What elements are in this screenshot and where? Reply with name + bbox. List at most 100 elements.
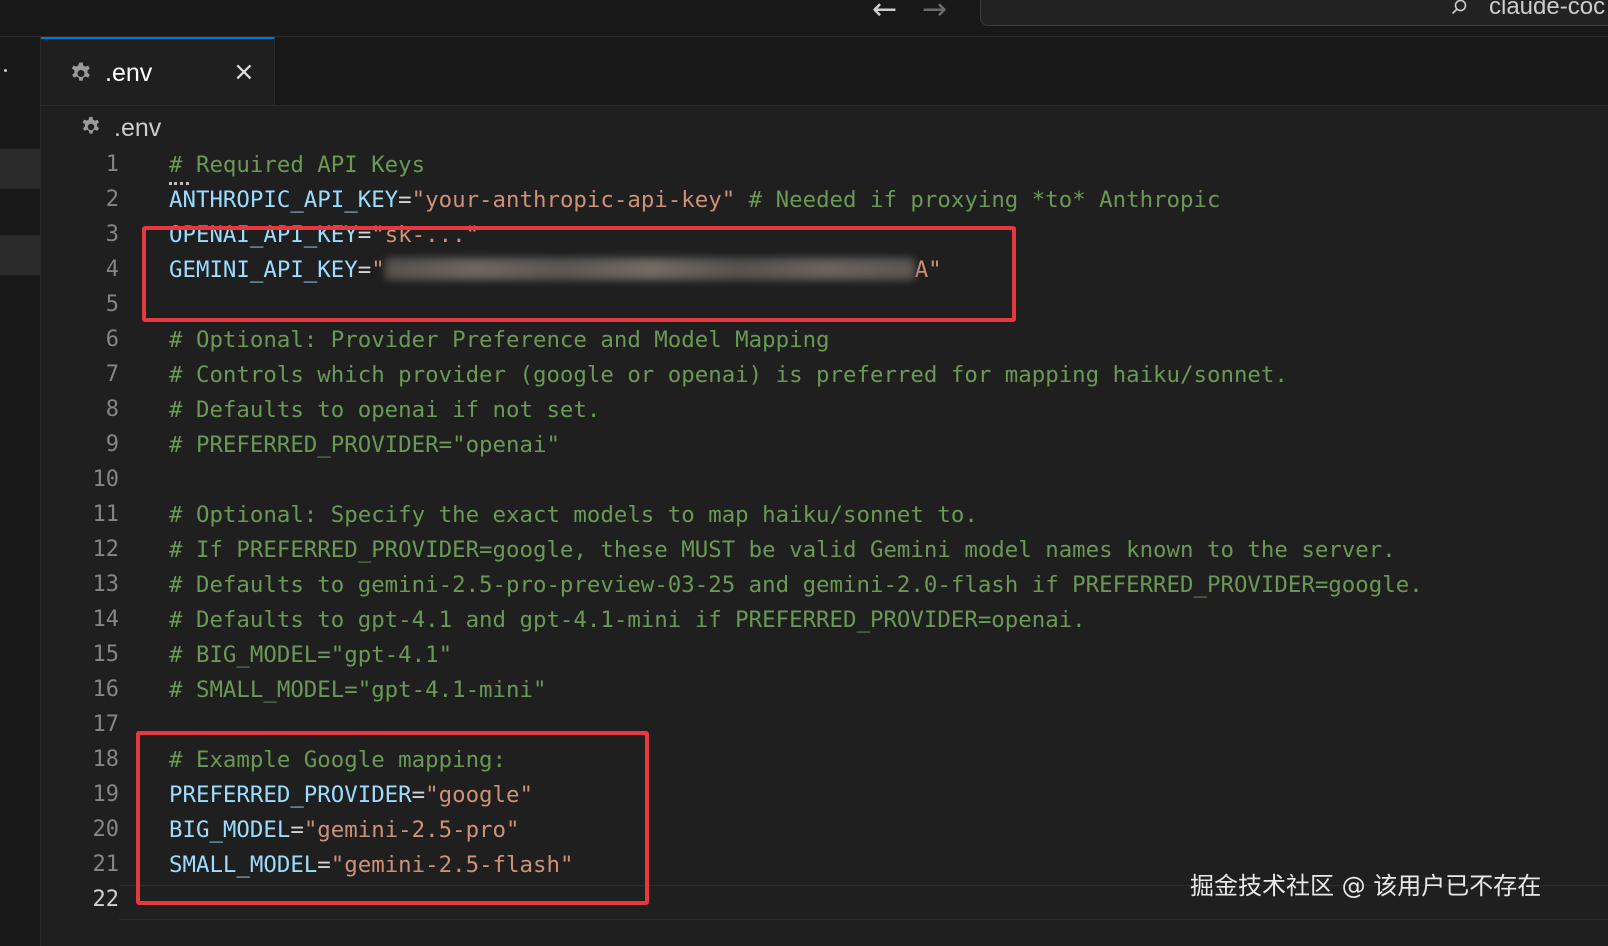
- line-number: 10: [92, 467, 120, 492]
- search-icon: [1451, 0, 1467, 15]
- code-token: =: [317, 852, 331, 878]
- code-line[interactable]: 18 # Example Google mapping:: [41, 743, 1608, 778]
- line-number: 17: [92, 712, 120, 737]
- line-number: 7: [105, 362, 119, 387]
- code-token: # SMALL_MODEL="gpt-4.1-mini": [169, 677, 547, 703]
- code-text: # SMALL_MODEL="gpt-4.1-mini": [169, 675, 546, 705]
- code-line[interactable]: 2 ANTHROPIC_API_KEY="your-anthropic-api-k…: [41, 183, 1608, 218]
- code-token: # Needed if proxying *to* Anthropic: [735, 187, 1221, 213]
- code-line[interactable]: 7 # Controls which provider (google or op…: [41, 358, 1608, 393]
- redacted-api-key: [384, 258, 915, 280]
- code-text: # If PREFERRED_PROVIDER=google, these MU…: [169, 535, 1396, 565]
- code-token: # If PREFERRED_PROVIDER=google, these MU…: [169, 537, 1396, 563]
- arrow-left-icon[interactable]: ←: [872, 0, 897, 27]
- code-line[interactable]: 11 # Optional: Specify the exact models t…: [41, 498, 1608, 533]
- line-number: 21: [92, 852, 120, 877]
- code-line[interactable]: 9 # PREFERRED_PROVIDER="openai": [41, 428, 1608, 463]
- code-token: # Optional: Provider Preference and Mode…: [169, 327, 830, 353]
- more-dot-icon[interactable]: [4, 69, 7, 72]
- code-text: # Controls which provider (google or ope…: [169, 360, 1288, 390]
- code-token: # Example Google mapping:: [169, 747, 507, 773]
- line-number: 18: [92, 747, 120, 772]
- code-text: # Optional: Provider Preference and Mode…: [169, 325, 830, 355]
- tab-label: .env: [105, 59, 153, 87]
- code-token: ANTHROPIC_API_KEY: [169, 187, 399, 213]
- code-text: # Defaults to gpt-4.1 and gpt-4.1-mini i…: [169, 605, 1086, 635]
- title-bar: ← → claude-coc: [0, 0, 1608, 37]
- code-line[interactable]: 19 PREFERRED_PROVIDER="google": [41, 778, 1608, 813]
- line-number: 1: [105, 152, 119, 177]
- activity-item[interactable]: [0, 235, 40, 275]
- code-line[interactable]: 20 BIG_MODEL="gemini-2.5-pro": [41, 813, 1608, 848]
- code-line[interactable]: 5: [41, 288, 1608, 323]
- code-token: "google": [425, 782, 533, 808]
- code-text: # Required API Keys: [169, 150, 425, 180]
- code-token: =: [398, 187, 412, 213]
- code-token: # Optional: Specify the exact models to …: [169, 502, 978, 528]
- code-line[interactable]: 6 # Optional: Provider Preference and Mod…: [41, 323, 1608, 358]
- line-number: 9: [105, 432, 119, 457]
- code-token: "your-anthropic-api-key": [411, 187, 736, 213]
- code-token: # Controls which provider (google or ope…: [169, 362, 1288, 388]
- code-text: OPENAI_API_KEY="sk-...": [169, 220, 479, 250]
- breadcrumb-item-env[interactable]: .env: [114, 114, 161, 143]
- line-number: 22: [92, 887, 120, 912]
- line-number: 15: [92, 642, 120, 667]
- code-token: =: [357, 222, 372, 248]
- code-token: # PREFERRED_PROVIDER="openai": [169, 432, 560, 458]
- tab-env[interactable]: .env ×: [41, 37, 275, 105]
- line-number: 3: [105, 222, 119, 247]
- code-line[interactable]: 8 # Defaults to openai if not set.: [41, 393, 1608, 428]
- line-number: 19: [92, 782, 120, 807]
- gear-icon: [82, 116, 100, 134]
- command-center-search[interactable]: claude-coc: [980, 0, 1608, 26]
- close-icon[interactable]: ×: [233, 57, 255, 87]
- code-token: =: [411, 782, 426, 808]
- activity-item[interactable]: [0, 149, 40, 189]
- code-token: OPENAI_API_KEY: [169, 222, 358, 248]
- code-token: # Defaults to gemini-2.5-pro-preview-03-…: [169, 572, 1423, 598]
- editor-tab-strip: .env ×: [41, 37, 1608, 106]
- code-token: GEMINI_API_KEY: [169, 257, 358, 283]
- activity-bar: [0, 37, 41, 946]
- code-line[interactable]: 3 OPENAI_API_KEY="sk-...": [41, 218, 1608, 253]
- code-text: GEMINI_API_KEY=" A": [169, 255, 942, 285]
- line-number: 4: [105, 257, 119, 282]
- watermark: 掘金技术社区 @ 该用户已不存在: [1190, 872, 1542, 900]
- code-line[interactable]: 13 # Defaults to gemini-2.5-pro-preview-0…: [41, 568, 1608, 603]
- arrow-right-icon[interactable]: →: [922, 0, 947, 27]
- code-text: ANTHROPIC_API_KEY="your-anthropic-api-ke…: [169, 185, 1220, 215]
- line-number: 14: [92, 607, 120, 632]
- code-text: # BIG_MODEL="gpt-4.1": [169, 640, 452, 670]
- code-line[interactable]: 1 # Required API Keys: [41, 148, 1608, 185]
- code-token: =: [290, 817, 304, 843]
- code-token: "gemini-2.5-flash": [330, 852, 574, 878]
- code-token: # Defaults to openai if not set.: [169, 397, 601, 423]
- code-line[interactable]: 12 # If PREFERRED_PROVIDER=google, these …: [41, 533, 1608, 568]
- line-number: 2: [105, 187, 119, 212]
- code-text: PREFERRED_PROVIDER="google": [169, 780, 533, 810]
- code-line[interactable]: 10: [41, 463, 1608, 498]
- code-editor[interactable]: 1 # Required API Keys 2 ANTHROPIC_API_KEY="…: [41, 148, 1608, 946]
- code-text: # Optional: Specify the exact models to …: [169, 500, 978, 530]
- code-token: =: [357, 257, 372, 283]
- gear-icon: [71, 62, 90, 81]
- code-token: SMALL_MODEL: [169, 852, 318, 878]
- code-token: PREFERRED_PROVIDER: [169, 782, 412, 808]
- code-line[interactable]: 17: [41, 708, 1608, 743]
- command-center-text: claude-coc: [1489, 0, 1606, 20]
- code-token: "gemini-2.5-pro": [303, 817, 520, 843]
- code-token: BIG_MODEL: [169, 817, 291, 843]
- code-text: # Defaults to gemini-2.5-pro-preview-03-…: [169, 570, 1423, 600]
- line-number: 5: [105, 292, 119, 317]
- code-token: # Required API Keys: [169, 152, 426, 178]
- line-number: 11: [92, 502, 120, 527]
- code-token: # Defaults to gpt-4.1 and gpt-4.1-mini i…: [169, 607, 1086, 633]
- code-line[interactable]: 16 # SMALL_MODEL="gpt-4.1-mini": [41, 673, 1608, 708]
- code-token: "sk-...": [371, 222, 480, 248]
- code-token: # BIG_MODEL="gpt-4.1": [169, 642, 453, 668]
- code-line[interactable]: 15 # BIG_MODEL="gpt-4.1": [41, 638, 1608, 673]
- code-line[interactable]: 14 # Defaults to gpt-4.1 and gpt-4.1-mini…: [41, 603, 1608, 638]
- code-text: SMALL_MODEL="gemini-2.5-flash": [169, 850, 573, 880]
- code-line[interactable]: 4 GEMINI_API_KEY=" A": [41, 253, 1608, 288]
